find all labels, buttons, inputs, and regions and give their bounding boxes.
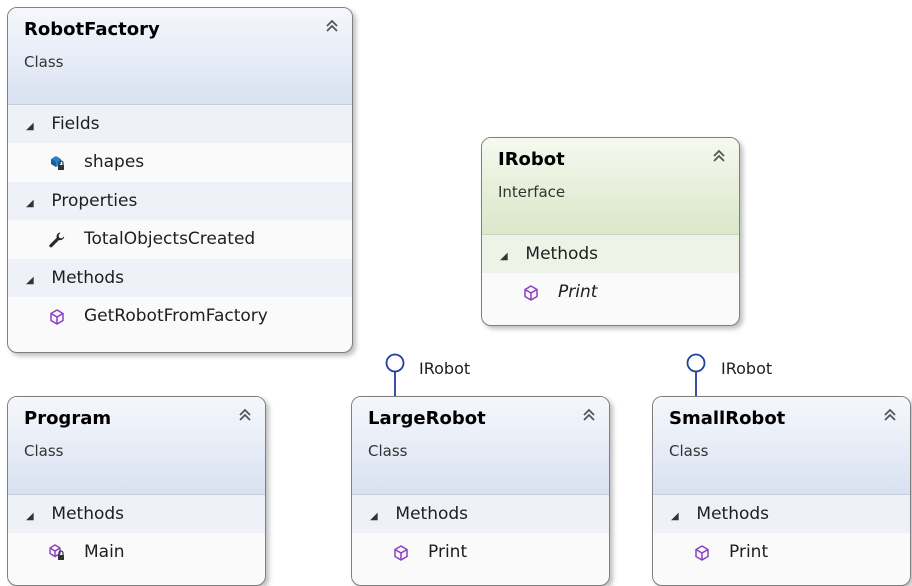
class-stereotype: Class	[24, 442, 64, 460]
shape-header: SmallRobot Class	[653, 397, 910, 495]
class-name: Program	[24, 408, 112, 429]
member-row[interactable]: Print	[482, 273, 739, 312]
group-label: Methods	[51, 504, 125, 524]
expanded-triangle-icon: ◢	[370, 511, 378, 522]
shape-header: Program Class	[8, 397, 265, 495]
implemented-interface-label: IRobot	[419, 359, 471, 378]
shape-header: RobotFactory Class	[8, 8, 352, 105]
group-label: Methods	[51, 268, 125, 288]
member-name: GetRobotFromFactory	[84, 306, 268, 326]
property-wrench-icon	[49, 232, 65, 248]
expanded-triangle-icon: ◢	[26, 198, 34, 209]
interface-stereotype: Interface	[498, 183, 566, 201]
class-shape-robotfactory[interactable]: RobotFactory Class ◢ Fields shapes ◢ Pro…	[7, 7, 353, 353]
method-cube-icon	[394, 545, 408, 561]
group-properties[interactable]: ◢ Properties	[8, 182, 352, 220]
group-label: Fields	[51, 114, 100, 134]
shape-header: LargeRobot Class	[352, 397, 609, 495]
expanded-triangle-icon: ◢	[26, 511, 34, 522]
collapse-chevron-icon[interactable]	[237, 407, 253, 423]
member-row[interactable]: Main	[8, 533, 265, 572]
class-name: SmallRobot	[669, 408, 786, 429]
interface-shape-irobot[interactable]: IRobot Interface ◢ Methods Print	[481, 137, 740, 326]
interface-lollipop-icon	[385, 353, 405, 398]
member-name: Main	[84, 542, 125, 562]
method-cube-icon	[524, 285, 538, 301]
class-name: RobotFactory	[24, 19, 160, 40]
collapse-chevron-icon[interactable]	[882, 407, 898, 423]
class-stereotype: Class	[669, 442, 709, 460]
expanded-triangle-icon: ◢	[26, 121, 34, 132]
interface-lollipop-icon	[686, 353, 706, 398]
group-methods[interactable]: ◢ Methods	[653, 495, 910, 533]
collapse-chevron-icon[interactable]	[711, 148, 727, 164]
group-label: Methods	[696, 504, 770, 524]
class-stereotype: Class	[368, 442, 408, 460]
member-name: TotalObjectsCreated	[84, 229, 256, 249]
class-shape-smallrobot[interactable]: SmallRobot Class ◢ Methods Print	[652, 396, 911, 586]
expanded-triangle-icon: ◢	[26, 275, 34, 286]
member-name: Print	[558, 282, 598, 302]
collapse-chevron-icon[interactable]	[324, 18, 340, 34]
class-shape-program[interactable]: Program Class ◢ Methods Main	[7, 396, 266, 586]
expanded-triangle-icon: ◢	[671, 511, 679, 522]
group-methods[interactable]: ◢ Methods	[482, 235, 739, 273]
interface-name: IRobot	[498, 149, 565, 170]
collapse-chevron-icon[interactable]	[581, 407, 597, 423]
class-shape-largerobot[interactable]: LargeRobot Class ◢ Methods Print	[351, 396, 610, 586]
member-row[interactable]: Print	[653, 533, 910, 572]
member-row[interactable]: GetRobotFromFactory	[8, 297, 352, 336]
group-fields[interactable]: ◢ Fields	[8, 105, 352, 143]
member-name: shapes	[84, 152, 145, 172]
shape-header: IRobot Interface	[482, 138, 739, 235]
implemented-interface-label: IRobot	[721, 359, 773, 378]
group-label: Methods	[525, 244, 599, 264]
member-row[interactable]: TotalObjectsCreated	[8, 220, 352, 259]
member-name: Print	[428, 542, 468, 562]
group-methods[interactable]: ◢ Methods	[8, 259, 352, 297]
member-row[interactable]: Print	[352, 533, 609, 572]
expanded-triangle-icon: ◢	[500, 251, 508, 262]
method-cube-icon	[695, 545, 709, 561]
group-label: Properties	[51, 191, 138, 211]
private-field-icon	[51, 156, 64, 170]
member-row[interactable]: shapes	[8, 143, 352, 182]
group-label: Methods	[395, 504, 469, 524]
member-name: Print	[729, 542, 769, 562]
group-methods[interactable]: ◢ Methods	[352, 495, 609, 533]
method-cube-icon	[50, 309, 64, 325]
private-method-icon	[49, 544, 64, 560]
class-name: LargeRobot	[368, 408, 486, 429]
class-stereotype: Class	[24, 53, 64, 71]
group-methods[interactable]: ◢ Methods	[8, 495, 265, 533]
